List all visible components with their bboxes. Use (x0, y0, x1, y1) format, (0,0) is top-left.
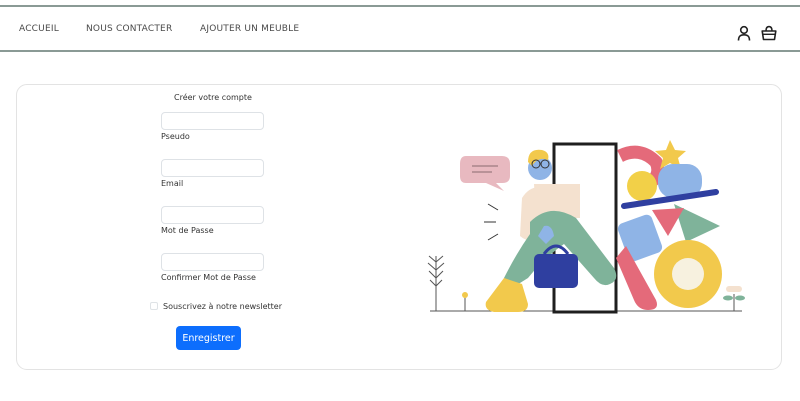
nav-link-accueil[interactable]: ACCUEIL (19, 24, 59, 34)
register-button[interactable]: Enregistrer (176, 326, 241, 350)
signup-illustration (427, 140, 745, 314)
password-label: Mot de Passe (161, 226, 214, 235)
nav-link-ajouter-meuble[interactable]: AJOUTER UN MEUBLE (200, 24, 299, 34)
pseudo-label: Pseudo (161, 132, 190, 141)
email-input[interactable] (161, 159, 264, 177)
newsletter-checkbox[interactable] (150, 302, 158, 310)
confirm-password-input[interactable] (161, 253, 264, 271)
top-navbar: ACCUEIL NOUS CONTACTER AJOUTER UN MEUBLE (0, 5, 800, 52)
pseudo-input[interactable] (161, 112, 264, 130)
newsletter-label: Souscrivez à notre newsletter (163, 302, 282, 311)
user-icon[interactable] (735, 24, 753, 42)
password-input[interactable] (161, 206, 264, 224)
basket-icon[interactable] (760, 24, 778, 42)
nav-link-contact[interactable]: NOUS CONTACTER (86, 24, 172, 34)
email-label: Email (161, 179, 184, 188)
form-title: Créer votre compte (174, 93, 252, 102)
confirm-password-label: Confirmer Mot de Passe (161, 273, 256, 282)
